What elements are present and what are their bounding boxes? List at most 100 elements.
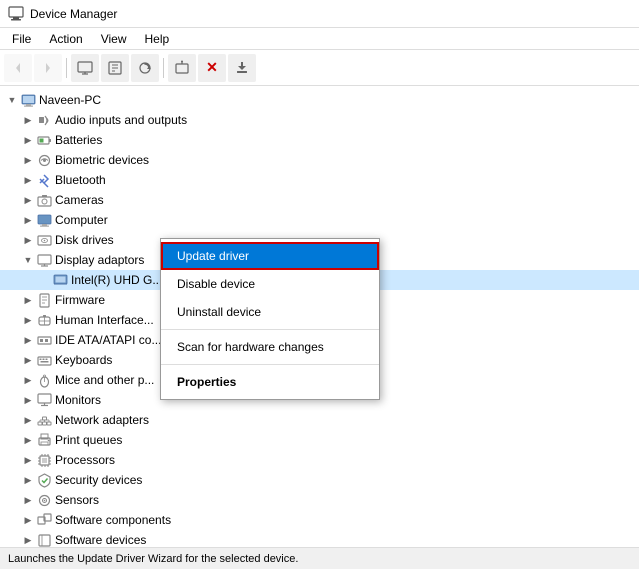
processors-icon xyxy=(36,452,52,468)
cameras-label: Cameras xyxy=(55,193,104,207)
biometric-label: Biometric devices xyxy=(55,153,149,167)
keyboards-icon xyxy=(36,352,52,368)
toolbar-sep-2 xyxy=(163,58,164,78)
security-label: Security devices xyxy=(55,473,142,487)
hid-label: Human Interface... xyxy=(55,313,154,327)
ctx-sep-2 xyxy=(161,364,379,365)
ctx-properties[interactable]: Properties xyxy=(161,368,379,396)
expand-security[interactable]: ▶ xyxy=(20,472,36,488)
expand-computer[interactable]: ▶ xyxy=(20,212,36,228)
ctx-sep-1 xyxy=(161,329,379,330)
computer-label: Computer xyxy=(55,213,108,227)
tree-item-batteries[interactable]: ▶ Batteries xyxy=(0,130,639,150)
tree-item-audio[interactable]: ▶ Audio inputs and outputs xyxy=(0,110,639,130)
print-icon xyxy=(36,432,52,448)
tree-root[interactable]: ▼ Naveen-PC xyxy=(0,90,639,110)
tree-item-network[interactable]: ▶ Network adapters xyxy=(0,410,639,430)
expand-sensors[interactable]: ▶ xyxy=(20,492,36,508)
menu-view[interactable]: View xyxy=(93,30,135,48)
uninstall-toolbar-btn[interactable]: ✕ xyxy=(198,54,226,82)
firmware-label: Firmware xyxy=(55,293,105,307)
sensors-icon xyxy=(36,492,52,508)
intel-gpu-icon xyxy=(52,272,68,288)
ctx-disable-device[interactable]: Disable device xyxy=(161,270,379,298)
status-text: Launches the Update Driver Wizard for th… xyxy=(8,553,298,565)
expand-network[interactable]: ▶ xyxy=(20,412,36,428)
disk-icon xyxy=(36,232,52,248)
sw-components-label: Software components xyxy=(55,513,171,527)
status-bar: Launches the Update Driver Wizard for th… xyxy=(0,547,639,569)
forward-button[interactable] xyxy=(34,54,62,82)
tree-item-bluetooth[interactable]: ▶ Bluetooth xyxy=(0,170,639,190)
tree-item-sensors[interactable]: ▶ Sensors xyxy=(0,490,639,510)
expand-audio[interactable]: ▶ xyxy=(20,112,36,128)
toolbar-sep-1 xyxy=(66,58,67,78)
expand-hid[interactable]: ▶ xyxy=(20,312,36,328)
expand-batteries[interactable]: ▶ xyxy=(20,132,36,148)
ctx-uninstall-device[interactable]: Uninstall device xyxy=(161,298,379,326)
expand-mice[interactable]: ▶ xyxy=(20,372,36,388)
expand-firmware[interactable]: ▶ xyxy=(20,292,36,308)
intel-gpu-label: Intel(R) UHD G... xyxy=(71,273,162,287)
ctx-update-driver[interactable]: Update driver xyxy=(161,242,379,270)
device-manager-toolbar-btn[interactable] xyxy=(71,54,99,82)
ide-icon xyxy=(36,332,52,348)
expand-keyboards[interactable]: ▶ xyxy=(20,352,36,368)
expand-biometric[interactable]: ▶ xyxy=(20,152,36,168)
expand-sw-components[interactable]: ▶ xyxy=(20,512,36,528)
tree-item-processors[interactable]: ▶ Proces xyxy=(0,450,639,470)
biometric-icon xyxy=(36,152,52,168)
menu-file[interactable]: File xyxy=(4,30,39,48)
menu-help[interactable]: Help xyxy=(137,30,178,48)
add-driver-toolbar-btn[interactable] xyxy=(168,54,196,82)
batteries-icon xyxy=(36,132,52,148)
batteries-label: Batteries xyxy=(55,133,102,147)
menu-bar: File Action View Help xyxy=(0,28,639,50)
expand-ide[interactable]: ▶ xyxy=(20,332,36,348)
menu-action[interactable]: Action xyxy=(41,30,90,48)
security-icon xyxy=(36,472,52,488)
network-icon xyxy=(36,412,52,428)
expand-print[interactable]: ▶ xyxy=(20,432,36,448)
tree-item-cameras[interactable]: ▶ Cameras xyxy=(0,190,639,210)
firmware-icon xyxy=(36,292,52,308)
tree-item-print[interactable]: ▶ Print queues xyxy=(0,430,639,450)
tree-item-sw-devices[interactable]: ▶ Software devices xyxy=(0,530,639,547)
computer-icon xyxy=(20,92,36,108)
network-label: Network adapters xyxy=(55,413,149,427)
properties-toolbar-btn[interactable] xyxy=(101,54,129,82)
tree-item-sw-components[interactable]: ▶ Software components xyxy=(0,510,639,530)
mice-icon xyxy=(36,372,52,388)
expand-root[interactable]: ▼ xyxy=(4,92,20,108)
processors-label: Processors xyxy=(55,453,115,467)
update-driver-toolbar-btn[interactable] xyxy=(228,54,256,82)
sensors-label: Sensors xyxy=(55,493,99,507)
expand-monitors[interactable]: ▶ xyxy=(20,392,36,408)
sw-devices-label: Software devices xyxy=(55,533,146,547)
expand-disk[interactable]: ▶ xyxy=(20,232,36,248)
display-icon xyxy=(36,252,52,268)
expand-sw-devices[interactable]: ▶ xyxy=(20,532,36,547)
expand-cameras[interactable]: ▶ xyxy=(20,192,36,208)
keyboards-label: Keyboards xyxy=(55,353,112,367)
expand-processors[interactable]: ▶ xyxy=(20,452,36,468)
mice-label: Mice and other p... xyxy=(55,373,154,387)
cameras-icon xyxy=(36,192,52,208)
expand-display[interactable]: ▼ xyxy=(20,252,36,268)
disk-label: Disk drives xyxy=(55,233,114,247)
scan-toolbar-btn[interactable] xyxy=(131,54,159,82)
tree-item-security[interactable]: ▶ Security devices xyxy=(0,470,639,490)
hid-icon xyxy=(36,312,52,328)
tree-item-biometric[interactable]: ▶ Biometric devices xyxy=(0,150,639,170)
title-bar-text: Device Manager xyxy=(30,7,117,21)
toolbar: ✕ xyxy=(0,50,639,86)
ctx-scan-hardware[interactable]: Scan for hardware changes xyxy=(161,333,379,361)
context-menu: Update driver Disable device Uninstall d… xyxy=(160,238,380,400)
expand-bluetooth[interactable]: ▶ xyxy=(20,172,36,188)
content-area: ▼ Naveen-PC ▶ Audi xyxy=(0,86,639,547)
monitors-icon xyxy=(36,392,52,408)
bluetooth-icon xyxy=(36,172,52,188)
back-button[interactable] xyxy=(4,54,32,82)
tree-item-computer[interactable]: ▶ Computer xyxy=(0,210,639,230)
sw-components-icon xyxy=(36,512,52,528)
